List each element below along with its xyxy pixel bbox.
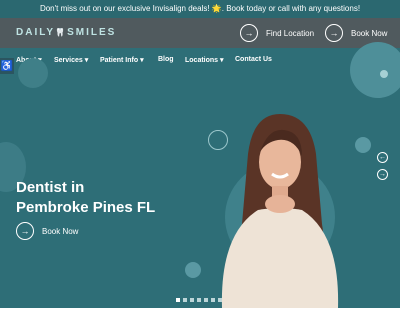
arrow-right-icon: → — [16, 222, 34, 240]
slider-dots — [176, 298, 222, 302]
main-nav: About ▾ Services ▾ Patient Info ▾ Blog L… — [0, 50, 400, 72]
decorative-dot — [380, 70, 388, 78]
find-location-label: Find Location — [266, 28, 315, 38]
decorative-bubble — [350, 42, 400, 98]
slider-dot[interactable] — [211, 298, 215, 302]
logo[interactable]: DAILY🦷SMILES — [16, 27, 116, 38]
slider-dot[interactable] — [197, 298, 201, 302]
smiling-woman-image — [221, 114, 339, 308]
slider-prev-button[interactable]: ← — [377, 152, 388, 163]
hero-title: Dentist in Pembroke Pines FL — [16, 179, 156, 216]
header-book-now-button[interactable]: → Book Now — [325, 22, 387, 44]
nav-patient-info[interactable]: Patient Info ▾ — [100, 56, 144, 64]
nav-services[interactable]: Services ▾ — [54, 56, 88, 64]
logo-right: SMILES — [67, 27, 117, 38]
tooth-icon: 🦷 — [55, 28, 68, 37]
find-location-button[interactable]: → Find Location — [240, 22, 314, 44]
slider-dot[interactable] — [190, 298, 194, 302]
slider-dot[interactable] — [204, 298, 208, 302]
arrow-right-icon: → — [325, 24, 343, 42]
nav-locations[interactable]: Locations ▾ — [185, 56, 224, 64]
logo-left: DAILY — [16, 27, 56, 38]
decorative-bubble — [185, 262, 201, 278]
announcement-text: Don't miss out on our exclusive Invisali… — [39, 4, 361, 13]
announcement-bar: Don't miss out on our exclusive Invisali… — [0, 0, 400, 18]
slider-next-button[interactable]: → — [377, 169, 388, 180]
nav-contact-us[interactable]: Contact Us — [235, 56, 272, 63]
book-now-label: Book Now — [351, 28, 388, 38]
page-bottom — [0, 308, 400, 335]
decorative-bubble — [355, 137, 371, 153]
slider-dot[interactable] — [183, 298, 187, 302]
nav-blog[interactable]: Blog — [158, 56, 174, 63]
slider-dot[interactable] — [176, 298, 180, 302]
hero-book-now-label: Book Now — [42, 226, 79, 236]
arrow-right-icon: → — [240, 24, 258, 42]
hero-book-now-button[interactable]: → Book Now — [16, 222, 78, 240]
slider-dot[interactable] — [218, 298, 222, 302]
decorative-bubble — [18, 58, 48, 88]
site-header: DAILY🦷SMILES → Find Location → Book Now — [0, 18, 400, 48]
